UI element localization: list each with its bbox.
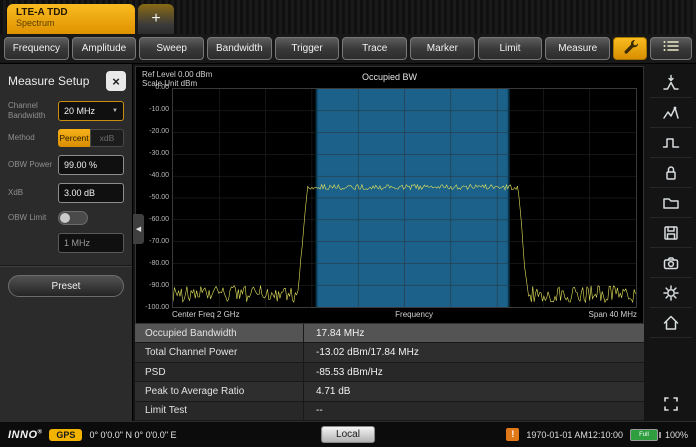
obw-power-label: OBW Power: [8, 160, 53, 170]
table-row[interactable]: PSD -85.53 dBm/Hz: [135, 362, 644, 383]
settings-button[interactable]: [650, 278, 692, 308]
trace-button[interactable]: Trace: [342, 37, 408, 60]
channel-bandwidth-select[interactable]: 20 MHz ▼: [58, 101, 124, 121]
pulse-waveform-button[interactable]: [650, 128, 692, 158]
toggle-knob: [60, 213, 70, 223]
plot-grid-area: [172, 88, 637, 308]
side-toolbar: [646, 64, 696, 421]
save-button[interactable]: [650, 218, 692, 248]
screenshot-button[interactable]: [650, 248, 692, 278]
preset-button[interactable]: Preset: [8, 275, 124, 297]
peak-search-button[interactable]: [650, 68, 692, 98]
xdb-field[interactable]: 3.00 dB: [58, 183, 124, 203]
datetime: 1970-01-01 AM12:10:00: [526, 429, 623, 440]
close-panel-button[interactable]: ×: [106, 71, 126, 91]
status-bar: INNO® GPS 0° 0'0.0" N 0° 0'0.0" E Local …: [0, 421, 696, 447]
main-display: ◀ Ref Level 0.00 dBm Scale Unit dBm Occu…: [133, 64, 646, 422]
trace-peak-icon: [662, 104, 680, 122]
content-area: Measure Setup × Channel Bandwidth 20 MHz…: [0, 64, 696, 422]
fullscreen-icon: [662, 395, 680, 413]
spectrum-chart: Ref Level 0.00 dBm Scale Unit dBm Occupi…: [135, 66, 644, 324]
trace-peak-button[interactable]: [650, 98, 692, 128]
panel-divider: [0, 265, 132, 267]
brand-logo: INNO®: [8, 428, 43, 441]
app-window: LTE-A TDD Spectrum + Frequency Amplitude…: [0, 0, 696, 447]
tab-lte-a-tdd-spectrum[interactable]: LTE-A TDD Spectrum: [7, 4, 135, 34]
tools-wrench-button[interactable]: [613, 37, 648, 60]
obw-power-field[interactable]: 99.00 %: [58, 155, 124, 175]
amplitude-button[interactable]: Amplitude: [71, 37, 137, 60]
collapse-panel-arrow[interactable]: ◀: [133, 214, 144, 244]
bandwidth-button[interactable]: Bandwidth: [207, 37, 272, 60]
gps-coordinates: 0° 0'0.0" N 0° 0'0.0" E: [89, 429, 177, 440]
panel-title: Measure Setup: [8, 74, 90, 88]
lock-icon: [662, 164, 680, 182]
camera-icon: [662, 254, 680, 272]
list-icon: [662, 39, 680, 58]
xdb-label: XdB: [8, 188, 24, 198]
save-icon: [662, 224, 680, 242]
obw-limit-value-field[interactable]: 1 MHz: [58, 233, 124, 253]
home-button[interactable]: [650, 308, 692, 338]
open-file-button[interactable]: [650, 188, 692, 218]
measure-button[interactable]: Measure: [545, 37, 611, 60]
lock-button[interactable]: [650, 158, 692, 188]
peak-search-icon: [662, 74, 680, 92]
local-button[interactable]: Local: [321, 426, 375, 443]
alert-icon[interactable]: !: [506, 428, 520, 441]
chart-title: Occupied BW: [361, 72, 418, 82]
method-option-xdb[interactable]: xdB: [90, 129, 124, 147]
wrench-icon: [622, 38, 639, 59]
x-axis-title: Frequency: [395, 310, 433, 319]
new-tab-button[interactable]: +: [138, 4, 174, 34]
results-table: Occupied Bandwidth 17.84 MHz Total Chann…: [135, 324, 644, 422]
center-freq-label: Center Freq 2 GHz: [172, 310, 240, 319]
measure-setup-panel: Measure Setup × Channel Bandwidth 20 MHz…: [0, 64, 133, 421]
table-row[interactable]: Total Channel Power -13.02 dBm/17.84 MHz: [135, 343, 644, 363]
settings-gear-icon: [662, 284, 680, 302]
battery-percent: 100%: [664, 429, 688, 440]
method-segmented-control: Percent xdB: [58, 129, 124, 147]
home-icon: [662, 314, 680, 332]
marker-button[interactable]: Marker: [410, 37, 475, 60]
menu-list-button[interactable]: [650, 37, 693, 60]
method-label: Method: [8, 133, 35, 143]
trigger-button[interactable]: Trigger: [274, 37, 340, 60]
chevron-down-icon: ▼: [112, 108, 118, 114]
gps-badge[interactable]: GPS: [49, 428, 83, 441]
obw-limit-toggle[interactable]: [58, 211, 88, 225]
battery-icon: Full: [629, 428, 661, 441]
y-axis-labels: 0.00 -10.00 -20.00 -30.00 -40.00 -50.00 …: [145, 84, 169, 311]
sweep-button[interactable]: Sweep: [139, 37, 205, 60]
channel-bandwidth-label: Channel Bandwidth: [8, 101, 46, 120]
spectrum-plot: [173, 89, 636, 307]
tab-subtitle: Spectrum: [16, 18, 55, 28]
fullscreen-button[interactable]: [650, 389, 692, 419]
method-option-percent[interactable]: Percent: [58, 129, 90, 147]
table-row[interactable]: Occupied Bandwidth 17.84 MHz: [135, 324, 644, 344]
table-row[interactable]: Peak to Average Ratio 4.71 dB: [135, 382, 644, 402]
tab-bar: LTE-A TDD Spectrum +: [0, 0, 696, 34]
folder-icon: [662, 194, 680, 212]
frequency-button[interactable]: Frequency: [4, 37, 69, 60]
span-label: Span 40 MHz: [588, 310, 637, 319]
pulse-waveform-icon: [662, 134, 680, 152]
obw-limit-label: OBW Limit: [8, 213, 47, 223]
limit-button[interactable]: Limit: [477, 37, 543, 60]
menu-bar: Frequency Amplitude Sweep Bandwidth Trig…: [0, 34, 696, 64]
table-row[interactable]: Limit Test --: [135, 401, 644, 422]
